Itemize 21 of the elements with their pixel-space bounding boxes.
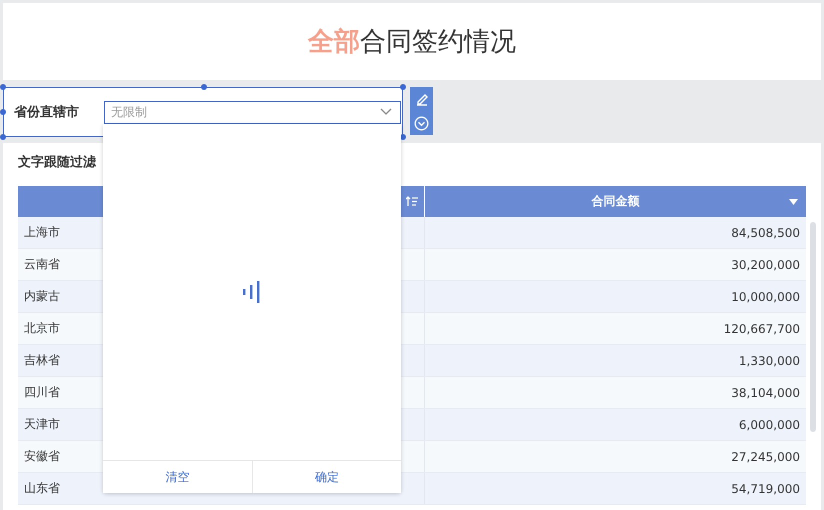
table-cell-text: 84,508,500 (730, 224, 801, 242)
table-cell-text: 27,245,000 (730, 448, 801, 466)
confirm-button[interactable]: 确定 (252, 461, 401, 493)
table-cell-text: 6,000,000 (738, 416, 801, 434)
report-title: 全部合同签约情况 (308, 26, 516, 59)
section-title: 文字跟随过滤 (18, 154, 97, 172)
scrollbar[interactable] (810, 222, 816, 432)
sort-icon[interactable] (406, 196, 418, 207)
chevron-icon (380, 108, 392, 116)
pencil-icon (414, 92, 428, 106)
caret-icon[interactable] (789, 198, 798, 204)
table-cell-text: 54,719,000 (730, 480, 801, 498)
table-cell-text: 30,200,000 (730, 256, 801, 274)
table-cell-text: 1,330,000 (738, 352, 801, 370)
table-cell-text: 10,000,000 (730, 288, 801, 306)
table-cell-text: 38,104,000 (730, 384, 801, 402)
filter-label: 省份直辖市 (14, 104, 80, 121)
chevron-circle-icon (414, 116, 429, 130)
select-field[interactable]: 无限制 (104, 100, 401, 124)
clear-button[interactable]: 清空 (103, 461, 252, 493)
table-cell-text: 120,667,700 (722, 320, 801, 338)
